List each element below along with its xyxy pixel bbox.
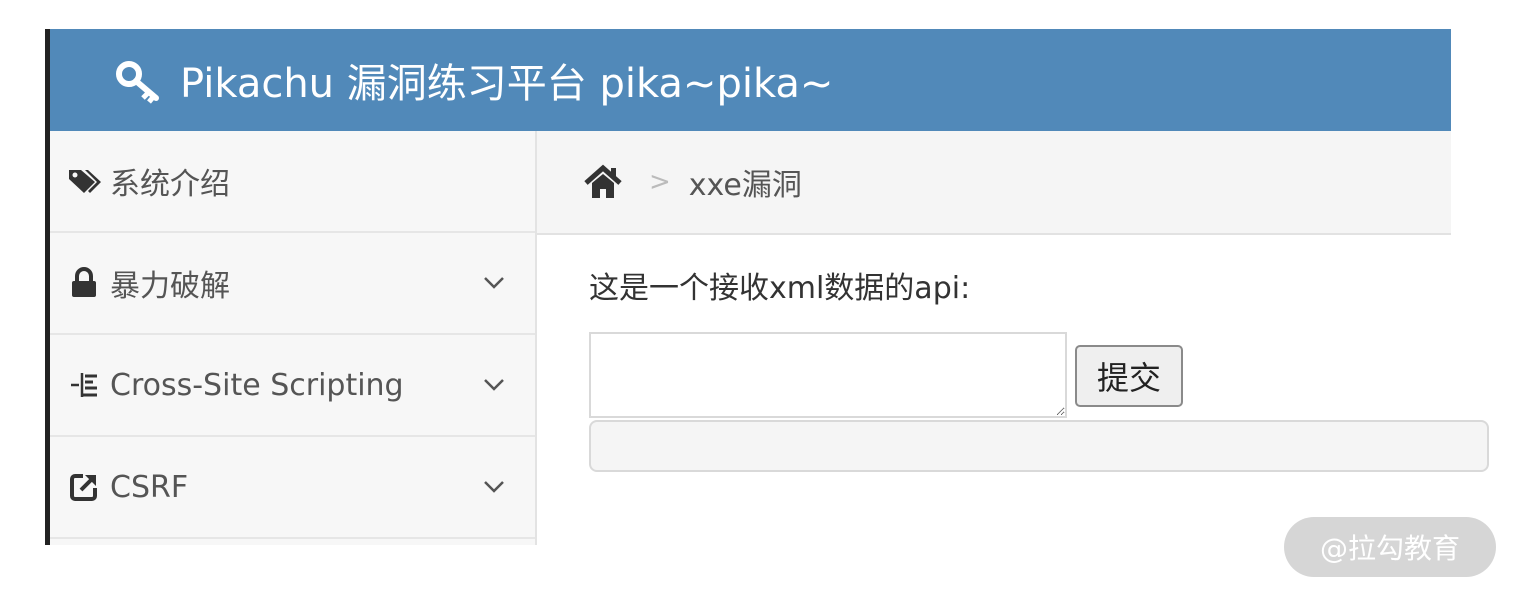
chevron-down-icon[interactable]: [479, 370, 509, 400]
sidebar-item-csrf[interactable]: CSRF: [50, 437, 535, 539]
tags-icon: [66, 163, 102, 199]
sidebar-item-label: 系统介绍: [110, 167, 230, 202]
watermark: @拉勾教育: [1284, 517, 1496, 577]
sidebar-item-label: 暴力破解: [110, 269, 230, 304]
breadcrumb-separator: >: [649, 167, 671, 197]
breadcrumb-current: xxe漏洞: [688, 168, 802, 203]
submit-button[interactable]: 提交: [1075, 345, 1183, 407]
main-content: 这是一个接收xml数据的api: 提交: [537, 237, 1489, 545]
breadcrumb: > xxe漏洞: [537, 131, 1451, 235]
app-title: Pikachu 漏洞练习平台 pika~pika~: [180, 61, 834, 107]
xml-input[interactable]: [589, 332, 1067, 418]
sidebar-item-xss[interactable]: Cross-Site Scripting: [50, 335, 535, 437]
indent-icon: [66, 367, 102, 403]
api-description: 这是一个接收xml数据的api:: [589, 271, 971, 306]
brand[interactable]: Pikachu 漏洞练习平台 pika~pika~: [112, 29, 833, 131]
chevron-down-icon[interactable]: [479, 472, 509, 502]
sidebar-item-label: CSRF: [110, 469, 189, 505]
result-box: [589, 420, 1489, 472]
sidebar-item-intro[interactable]: 系统介绍: [50, 131, 535, 233]
top-header: Pikachu 漏洞练习平台 pika~pika~: [50, 29, 1451, 131]
lock-icon: [66, 265, 102, 301]
sidebar: 系统介绍 暴力破解 Cross-Site Scripting CSRF: [50, 131, 537, 545]
chevron-down-icon[interactable]: [479, 268, 509, 298]
home-icon[interactable]: [583, 162, 625, 202]
key-icon: [112, 54, 164, 106]
share-square-icon: [66, 469, 102, 505]
sidebar-item-bruteforce[interactable]: 暴力破解: [50, 233, 535, 335]
sidebar-item-label: Cross-Site Scripting: [110, 367, 404, 403]
